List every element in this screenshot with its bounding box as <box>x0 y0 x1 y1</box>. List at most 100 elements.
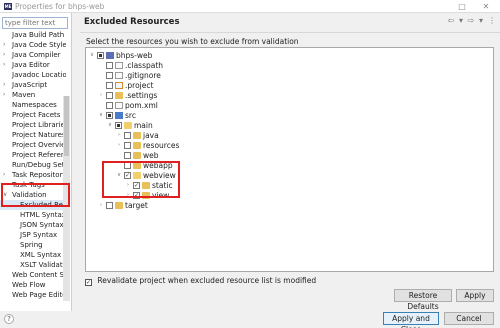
back-menu-chevron-icon[interactable]: ▾ <box>456 16 466 26</box>
nav-item-label: Namespaces <box>12 101 57 109</box>
help-icon[interactable]: ? <box>4 314 14 324</box>
filter-input[interactable] <box>2 17 68 29</box>
nav-item[interactable]: › Java Compiler <box>0 50 66 60</box>
window-title: Properties for bhps-web <box>15 2 105 11</box>
tree-row[interactable]: › target <box>86 201 486 210</box>
tree-row[interactable]: › .settings <box>86 91 486 100</box>
exclude-checkbox[interactable] <box>106 202 113 209</box>
restore-defaults-button[interactable]: Restore Defaults <box>394 289 452 311</box>
apply-button[interactable]: Apply <box>456 289 494 302</box>
exclude-checkbox[interactable] <box>106 102 113 109</box>
nav-scrollbar-thumb[interactable] <box>64 96 69 156</box>
nav-item[interactable]: Spring <box>0 240 66 250</box>
tree-row-label: .settings <box>125 91 158 100</box>
nav-item[interactable]: Run/Debug Settings <box>0 160 66 170</box>
nav-item[interactable]: HTML Syntax <box>0 210 66 220</box>
nav-item[interactable]: Project References <box>0 150 66 160</box>
exclude-checkbox[interactable]: ✓ <box>133 192 140 199</box>
nav-item[interactable]: › Task Repository <box>0 170 66 180</box>
exclude-checkbox[interactable] <box>106 92 113 99</box>
revalidate-checkbox[interactable]: ✓ <box>85 279 92 286</box>
forward-arrow-icon[interactable]: ⇨ <box>466 16 476 26</box>
chevron-right-icon[interactable]: › <box>3 60 5 70</box>
expand-down-icon[interactable]: ∨ <box>107 121 113 130</box>
nav-item[interactable]: Project Natures <box>0 130 66 140</box>
chevron-right-icon[interactable]: › <box>3 90 5 100</box>
nav-item[interactable]: XSLT Validation <box>0 260 66 270</box>
nav-item[interactable]: › Maven <box>0 90 66 100</box>
tree-row[interactable]: › resources <box>86 141 486 150</box>
expand-right-icon[interactable]: › <box>98 201 104 210</box>
exclude-checkbox[interactable] <box>124 142 131 149</box>
exclude-checkbox[interactable] <box>106 112 113 119</box>
tree-row[interactable]: › java <box>86 131 486 140</box>
nav-item[interactable]: Web Content Settings <box>0 270 66 280</box>
view-menu-icon[interactable]: ⋮ <box>487 16 497 26</box>
tree-row[interactable]: .project <box>86 81 486 90</box>
cancel-button[interactable]: Cancel <box>444 312 494 325</box>
nav-item[interactable]: Project Libraries <box>0 120 66 130</box>
nav-item[interactable]: Java Build Path <box>0 30 66 40</box>
exclude-checkbox[interactable] <box>124 132 131 139</box>
nav-item[interactable]: Project Overview <box>0 140 66 150</box>
resource-tree[interactable]: ∨ bhps-web .classpath .gitignore .project › .s… <box>85 47 494 272</box>
expand-right-icon[interactable]: › <box>98 91 104 100</box>
nav-item[interactable]: XML Syntax <box>0 250 66 260</box>
exclude-checkbox[interactable]: ✓ <box>124 172 131 179</box>
nav-item[interactable]: › JavaScript <box>0 80 66 90</box>
nav-item[interactable]: JSP Syntax <box>0 230 66 240</box>
tree-row[interactable]: › ✓ view <box>86 191 486 200</box>
chevron-down-icon[interactable]: ∨ <box>3 190 7 200</box>
tree-row[interactable]: webapp <box>86 161 486 170</box>
chevron-right-icon[interactable]: › <box>3 40 5 50</box>
tree-row[interactable]: pom.xml <box>86 101 486 110</box>
forward-menu-chevron-icon[interactable]: ▾ <box>476 16 486 26</box>
tree-row[interactable]: ∨ ✓ webview <box>86 171 486 180</box>
revalidate-option[interactable]: ✓ Revalidate project when excluded resou… <box>85 276 316 286</box>
exclude-checkbox[interactable] <box>106 62 113 69</box>
expand-right-icon[interactable]: › <box>125 191 131 200</box>
exclude-checkbox[interactable] <box>115 122 122 129</box>
chevron-right-icon[interactable]: › <box>3 50 5 60</box>
chevron-right-icon[interactable]: › <box>3 170 5 180</box>
nav-item[interactable]: Project Facets <box>0 110 66 120</box>
nav-item[interactable]: › Java Editor <box>0 60 66 70</box>
chevron-right-icon[interactable]: › <box>3 80 5 90</box>
expand-right-icon[interactable]: › <box>116 141 122 150</box>
exclude-checkbox[interactable] <box>124 152 131 159</box>
exclude-checkbox[interactable] <box>106 72 113 79</box>
nav-item[interactable]: ∨ Validation <box>0 190 66 200</box>
nav-item[interactable]: Web Flow <box>0 280 66 290</box>
tree-row[interactable]: web <box>86 151 486 160</box>
tree-row[interactable]: ∨ src <box>86 111 486 120</box>
main-pane: Excluded Resources ⇦ ▾ ⇨ ▾ ⋮ Select the … <box>80 13 500 311</box>
expand-down-icon[interactable]: ∨ <box>116 171 122 180</box>
nav-item[interactable]: JSON Syntax <box>0 220 66 230</box>
expand-down-icon[interactable]: ∨ <box>89 51 95 60</box>
tree-row[interactable]: .gitignore <box>86 71 486 80</box>
tree-row[interactable]: › ✓ static <box>86 181 486 190</box>
nav-item[interactable]: Task Tags <box>0 180 66 190</box>
expand-right-icon[interactable]: › <box>116 131 122 140</box>
folder-open-icon <box>133 172 141 179</box>
tree-row[interactable]: .classpath <box>86 61 486 70</box>
back-arrow-icon[interactable]: ⇦ <box>446 16 456 26</box>
exclude-checkbox[interactable] <box>97 52 104 59</box>
nav-item[interactable]: › Java Code Style <box>0 40 66 50</box>
tree-row[interactable]: ∨ bhps-web <box>86 51 486 60</box>
nav-item[interactable]: Namespaces <box>0 100 66 110</box>
nav-item[interactable]: Excluded Resources <box>0 200 66 210</box>
nav-item[interactable]: Javadoc Location <box>0 70 66 80</box>
folder-icon <box>142 192 150 199</box>
exclude-checkbox[interactable] <box>124 162 131 169</box>
exclude-checkbox[interactable]: ✓ <box>133 182 140 189</box>
maximize-button[interactable]: □ <box>452 0 472 13</box>
expand-right-icon[interactable]: › <box>125 181 131 190</box>
nav-item-label: HTML Syntax <box>20 211 66 219</box>
expand-down-icon[interactable]: ∨ <box>98 111 104 120</box>
close-button[interactable]: ✕ <box>476 0 496 13</box>
apply-and-close-button[interactable]: Apply and Close <box>383 312 439 328</box>
nav-item[interactable]: Web Page Editor <box>0 290 66 300</box>
tree-row[interactable]: ∨ main <box>86 121 486 130</box>
exclude-checkbox[interactable] <box>106 82 113 89</box>
